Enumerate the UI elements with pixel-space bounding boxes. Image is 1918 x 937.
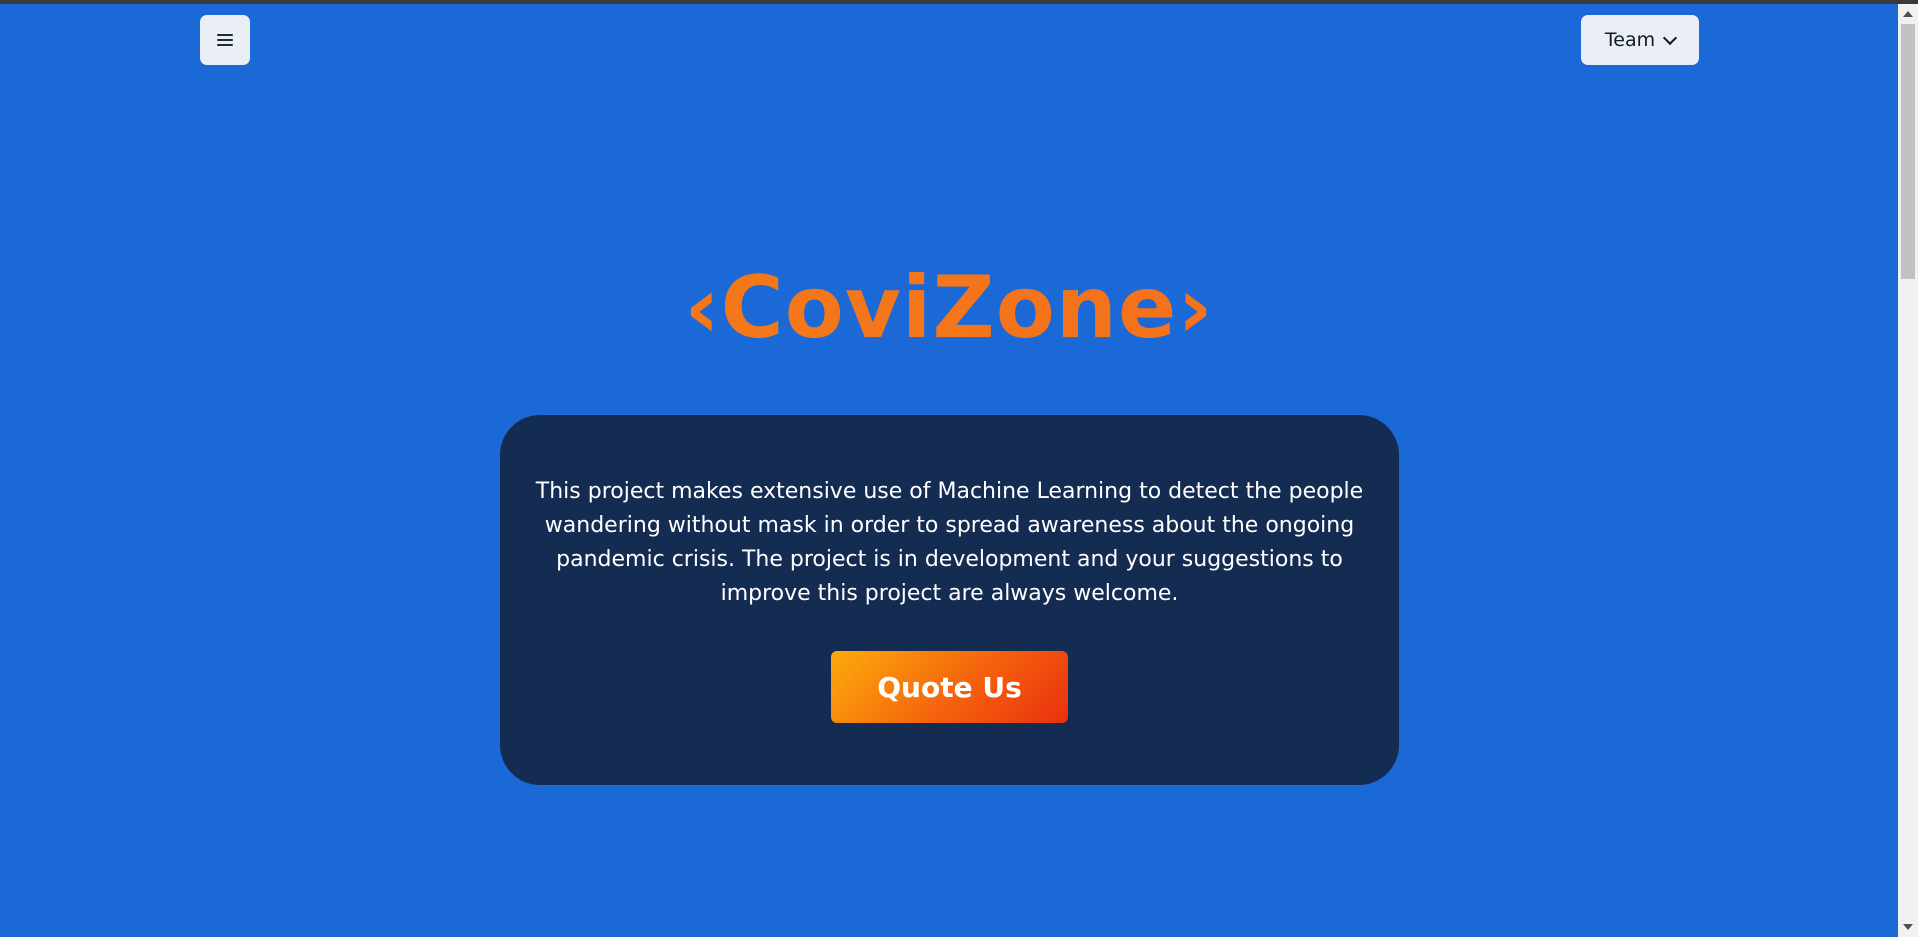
hamburger-menu-icon xyxy=(217,34,233,46)
scrollbar-thumb[interactable] xyxy=(1901,24,1915,279)
scroll-down-arrow-icon[interactable] xyxy=(1903,924,1913,930)
team-dropdown-button[interactable]: Team xyxy=(1581,15,1699,65)
team-dropdown-label: Team xyxy=(1604,29,1656,51)
scroll-up-arrow-icon[interactable] xyxy=(1903,11,1913,17)
page-title: ‹CoviZone› xyxy=(0,248,1898,368)
menu-button[interactable] xyxy=(200,15,250,65)
project-description: This project makes extensive use of Mach… xyxy=(535,479,1364,606)
quote-us-button[interactable]: Quote Us xyxy=(831,651,1068,723)
vertical-scrollbar[interactable] xyxy=(1898,4,1918,937)
info-card: This project makes extensive use of Mach… xyxy=(500,415,1399,785)
browser-top-strip xyxy=(0,0,1918,4)
chevron-down-icon xyxy=(1663,30,1678,46)
